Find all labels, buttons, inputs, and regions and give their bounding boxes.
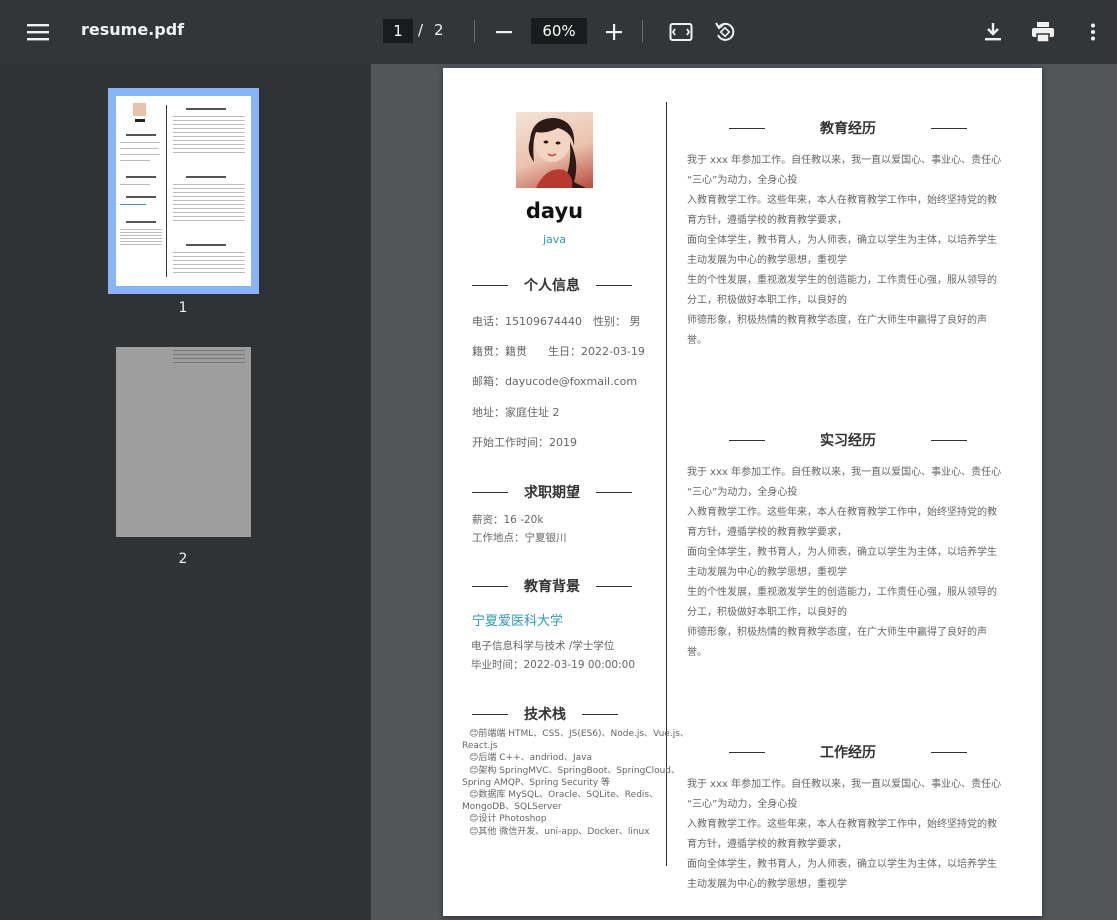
paragraph-line: 入教育教学工作。这些年来，本人在教育教学工作中，始终坚持党的教 <box>687 507 997 518</box>
paragraph-line: 我于 xxx 年参加工作。自任教以来，我一直以爱国心、事业心、责任心 <box>687 779 1002 790</box>
section-heading-experience: 工作经历 <box>729 742 967 762</box>
info-address: 地址：家庭住址 2 <box>472 406 560 419</box>
total-pages: 2 <box>434 21 444 39</box>
paragraph-line: 入教育教学工作。这些年来，本人在教育教学工作中，始终坚持党的教 <box>687 819 997 830</box>
tech-stack-line: 😊前端端 HTML、CSS、JS(ES6)、Node.js、Vue.js、 <box>469 729 689 739</box>
plus-icon <box>606 24 622 40</box>
section-paragraph: 我于 xxx 年参加工作。自任教以来，我一直以爱国心、事业心、责任心 “三心”为动… <box>687 463 1002 663</box>
section-heading-personal: 个人信息 <box>472 275 632 295</box>
download-button[interactable] <box>973 12 1013 52</box>
education-major: 电子信息科学与技术 /学士学位 <box>471 640 615 652</box>
hamburger-menu-icon <box>27 24 49 41</box>
page-thumbnail-1[interactable] <box>108 88 259 294</box>
menu-button[interactable] <box>18 12 58 52</box>
education-graduate: 毕业时间：2022-03-19 00:00:00 <box>471 659 636 671</box>
document-viewer[interactable]: dayu java 个人信息 电话：15109674440 性别： 男 籍贯：籍… <box>371 64 1117 920</box>
paragraph-line: 我于 xxx 年参加工作。自任教以来，我一直以爱国心、事业心、责任心 <box>687 467 1002 478</box>
paragraph-line: 主动发展为中心的教学思想，重视学 <box>687 255 847 266</box>
column-divider <box>666 102 667 866</box>
pdf-toolbar: resume.pdf 1 / 2 60% <box>0 0 1117 64</box>
info-email: 邮箱：dayucode@foxmail.com <box>472 375 638 388</box>
rotate-button[interactable] <box>705 12 745 52</box>
tech-stack-line: Spring AMQP、Spring Security 等 <box>462 777 611 788</box>
toolbar-divider <box>474 20 475 42</box>
tech-stack-line: React.js <box>462 741 498 752</box>
paragraph-line: 主动发展为中心的教学思想，重视学 <box>687 879 847 890</box>
current-page-input[interactable]: 1 <box>383 19 413 43</box>
info-birthday: 生日：2022-03-19 <box>548 345 645 358</box>
thumbnail-sidebar: 1 2 <box>0 64 371 920</box>
section-paragraph: 我于 xxx 年参加工作。自任教以来，我一直以爱国心、事业心、责任心 “三心”为动… <box>687 151 1002 351</box>
zoom-out-button[interactable] <box>484 12 524 52</box>
paragraph-line: 生的个性发展，重视激发学生的创造能力，工作责任心强，服从领导的 <box>687 587 997 598</box>
paragraph-line: 育方针，遵循学校的教育教学要求， <box>687 215 847 226</box>
education-school: 宁夏爱医科大学 <box>472 614 564 629</box>
more-actions-button[interactable] <box>1073 12 1113 52</box>
paragraph-line: 育方针，遵循学校的教育教学要求， <box>687 839 847 850</box>
tech-stack-line: 😊设计 Photoshop <box>469 814 547 825</box>
paragraph-line: 主动发展为中心的教学思想，重视学 <box>687 567 847 578</box>
minus-icon <box>496 31 512 34</box>
thumbnail-label-1: 1 <box>178 300 188 316</box>
resume-name: dayu <box>525 199 584 223</box>
paragraph-line: 师德形象，积极热情的教育教学态度，在广大师生中赢得了良好的声 <box>687 315 987 326</box>
fit-page-icon <box>669 23 693 41</box>
page-separator: / <box>418 21 424 39</box>
section-heading-tech: 技术栈 <box>472 704 618 724</box>
thumbnail-label-2: 2 <box>178 551 188 567</box>
download-icon <box>985 23 1001 41</box>
paragraph-line: 面向全体学生，教书育人，为人师表，确立以学生为主体，以培养学生 <box>687 235 997 246</box>
expect-location: 工作地点：宁夏银川 <box>472 532 567 544</box>
paragraph-line: 誉。 <box>687 647 707 658</box>
paragraph-line: “三心”为动力，全身心投 <box>687 487 798 498</box>
page-thumbnail-2[interactable] <box>116 347 251 537</box>
info-native-place: 籍贯：籍贯 <box>472 345 527 358</box>
zoom-level-input[interactable]: 60% <box>531 18 587 44</box>
expect-salary: 薪资：16 -20k <box>472 514 544 526</box>
section-paragraph: 我于 xxx 年参加工作。自任教以来，我一直以爱国心、事业心、责任心 “三心”为动… <box>687 775 1002 895</box>
paragraph-line: 面向全体学生，教书育人，为人师表，确立以学生为主体，以培养学生 <box>687 547 997 558</box>
zoom-in-button[interactable] <box>594 12 634 52</box>
document-title: resume.pdf <box>81 20 185 39</box>
profile-photo <box>516 112 593 188</box>
paragraph-line: 誉。 <box>687 335 707 346</box>
paragraph-line: 面向全体学生，教书育人，为人师表，确立以学生为主体，以培养学生 <box>687 859 997 870</box>
thumbnail-page-preview <box>116 96 251 286</box>
rotate-icon <box>715 22 735 41</box>
tech-stack-line: 😊架构 SpringMVC、SpringBoot、SpringCloud、 <box>469 765 681 776</box>
toolbar-divider <box>642 20 643 42</box>
resume-job-title: java <box>542 233 567 246</box>
pdf-page-1: dayu java 个人信息 电话：15109674440 性别： 男 籍贯：籍… <box>443 68 1042 916</box>
printer-icon <box>1032 22 1054 42</box>
tech-stack-line: 😊数据库 MySQL、Oracle、SQLite、Redis、 <box>469 790 659 800</box>
tech-stack-line: 😊其他 微信开发、uni-app、Docker、linux <box>469 826 650 837</box>
paragraph-line: 育方针，遵循学校的教育教学要求， <box>687 527 847 538</box>
info-gender: 性别： 男 <box>593 315 641 328</box>
section-heading-education: 教育背景 <box>472 576 632 596</box>
info-phone: 电话：15109674440 <box>472 315 582 328</box>
paragraph-line: “三心”为动力，全身心投 <box>687 799 798 810</box>
paragraph-line: 生的个性发展，重视激发学生的创造能力，工作责任心强，服从领导的 <box>687 275 997 286</box>
print-button[interactable] <box>1023 12 1063 52</box>
tech-stack-line: MongoDB、SQLServer <box>462 802 562 813</box>
paragraph-line: 入教育教学工作。这些年来，本人在教育教学工作中，始终坚持党的教 <box>687 195 997 206</box>
paragraph-line: “三心”为动力，全身心投 <box>687 175 798 186</box>
section-heading-experience: 实习经历 <box>729 430 967 450</box>
paragraph-line: 我于 xxx 年参加工作。自任教以来，我一直以爱国心、事业心、责任心 <box>687 155 1002 166</box>
paragraph-line: 师德形象，积极热情的教育教学态度，在广大师生中赢得了良好的声 <box>687 627 987 638</box>
info-work-start: 开始工作时间：2019 <box>472 436 577 449</box>
section-heading-expectation: 求职期望 <box>472 482 632 502</box>
fit-to-page-button[interactable] <box>661 12 701 52</box>
more-vert-icon <box>1091 23 1095 41</box>
paragraph-line: 分工，积极做好本职工作，以良好的 <box>687 607 847 618</box>
section-heading-experience: 教育经历 <box>729 118 967 138</box>
tech-stack-line: 😊后端 C++、andriod、Java <box>469 753 592 764</box>
paragraph-line: 分工，积极做好本职工作，以良好的 <box>687 295 847 306</box>
